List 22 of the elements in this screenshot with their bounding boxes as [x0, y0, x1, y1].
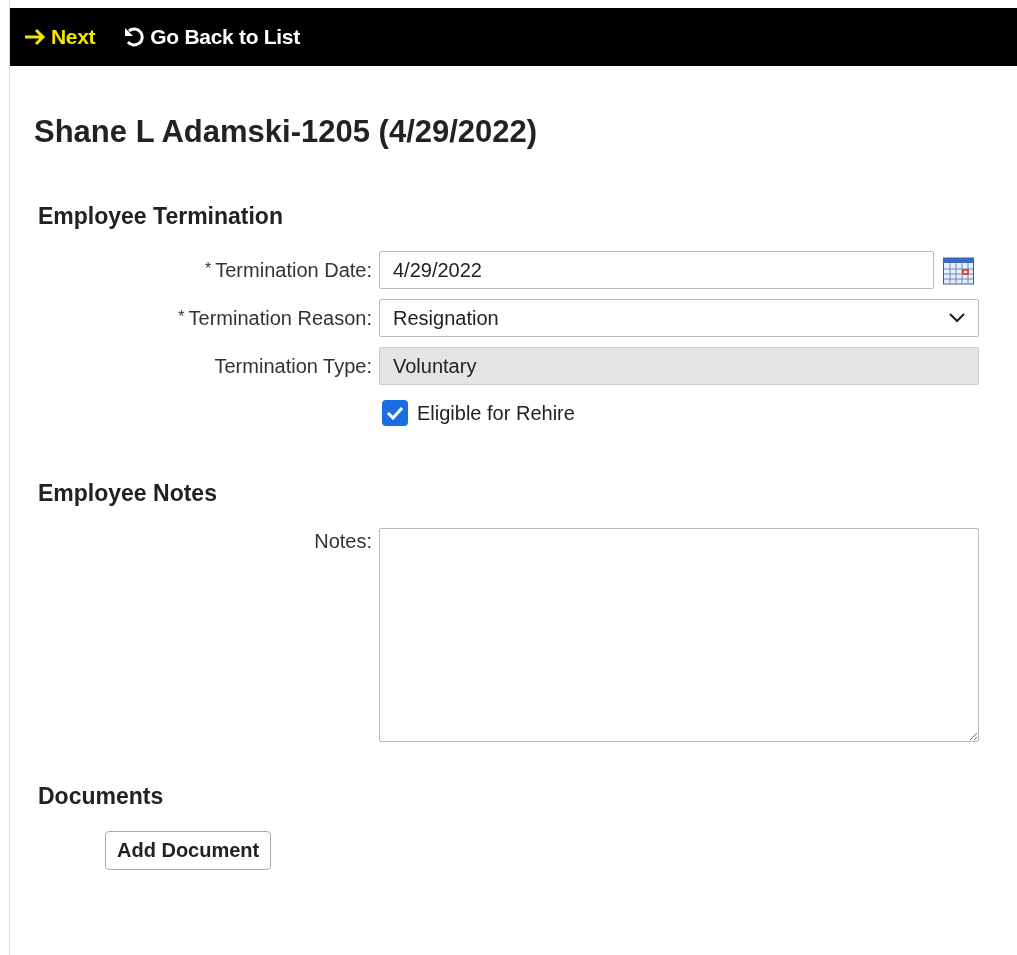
page-title: Shane L Adamski-1205 (4/29/2022)	[34, 114, 539, 150]
calendar-icon[interactable]	[943, 255, 974, 285]
section-heading: Employee Termination	[38, 202, 284, 231]
add-document-button[interactable]: Add Document	[105, 831, 272, 870]
field-label: Termination Type:	[214, 354, 372, 378]
checkbox[interactable]	[382, 400, 408, 426]
type-field: Voluntary	[379, 347, 979, 385]
chevron-down-icon	[949, 313, 965, 323]
arrow-right-icon	[24, 28, 46, 46]
field-label: Notes:	[314, 529, 372, 553]
date-field[interactable]: 4/29/2022	[379, 251, 934, 289]
notes-field[interactable]	[379, 528, 979, 742]
field-label: $^{*}$ Termination Reason:	[178, 306, 372, 330]
next-link[interactable]: Next	[24, 25, 96, 49]
section-heading: Documents	[38, 782, 165, 811]
section-heading: Employee Notes	[38, 479, 218, 508]
reason-dropdown[interactable]: Resignation	[379, 299, 979, 337]
checkmark-icon	[386, 406, 404, 420]
field-label: $^{*}$ Termination Date:	[205, 258, 372, 282]
undo-icon	[123, 26, 146, 48]
checkbox-label: Eligible for Rehire	[417, 401, 575, 425]
back-to-list-link[interactable]: Go Back to List	[123, 25, 300, 49]
